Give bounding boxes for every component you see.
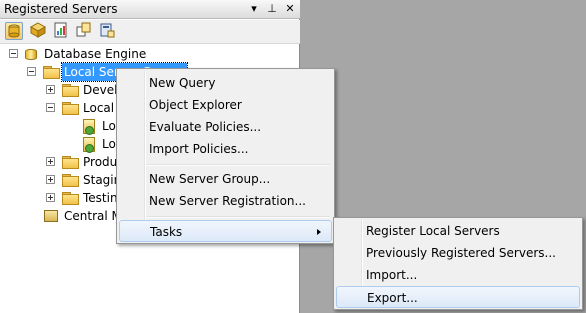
menu-item-object-explorer[interactable]: Object Explorer	[119, 94, 332, 116]
tree-label: Database Engine	[44, 47, 147, 61]
close-icon[interactable]: ✕	[284, 1, 296, 17]
central-management-icon	[44, 210, 58, 222]
collapse-icon[interactable]	[46, 103, 55, 112]
database-engine-icon[interactable]	[5, 22, 23, 40]
menu-separator	[147, 164, 330, 166]
tree-node-database-engine[interactable]: Database Engine	[0, 45, 290, 63]
expand-icon[interactable]	[46, 157, 55, 166]
folder-icon	[62, 102, 79, 115]
expand-icon[interactable]	[46, 85, 55, 94]
panel-title: Registered Servers	[4, 2, 118, 16]
compact-edition-icon[interactable]	[99, 22, 117, 40]
folder-icon	[62, 192, 79, 205]
menu-item-tasks[interactable]: Tasks	[119, 220, 332, 242]
integration-services-icon[interactable]	[76, 22, 94, 40]
menu-item-import[interactable]: Import...	[336, 264, 580, 286]
expand-icon[interactable]	[46, 175, 55, 184]
folder-icon	[62, 156, 79, 169]
pin-icon[interactable]: ⊥	[266, 1, 278, 17]
menu-item-new-server-group[interactable]: New Server Group...	[119, 168, 332, 190]
tasks-submenu: Register Local Servers Previously Regist…	[333, 217, 583, 310]
menu-item-label: New Server Group...	[149, 172, 271, 186]
menu-item-label: New Query	[149, 76, 216, 90]
menu-item-label: Evaluate Policies...	[149, 120, 262, 134]
server-type-toolbar	[0, 20, 300, 44]
context-menu: New Query Object Explorer Evaluate Polic…	[116, 68, 335, 244]
database-icon	[25, 47, 37, 61]
menu-item-label: Object Explorer	[149, 98, 242, 112]
server-running-icon	[83, 119, 95, 135]
collapse-icon[interactable]	[27, 67, 36, 76]
menu-item-new-server-registration[interactable]: New Server Registration...	[119, 190, 332, 212]
folder-icon	[62, 84, 79, 97]
menu-item-export[interactable]: Export...	[336, 286, 580, 308]
reporting-services-icon[interactable]	[53, 22, 71, 40]
menu-item-label: New Server Registration...	[149, 194, 306, 208]
ssms-window: Registered Servers ▾ ⊥ ✕ Database Engine…	[0, 0, 586, 313]
menu-item-import-policies[interactable]: Import Policies...	[119, 138, 332, 160]
folder-icon	[62, 174, 79, 187]
menu-item-evaluate-policies[interactable]: Evaluate Policies...	[119, 116, 332, 138]
folder-icon	[43, 66, 60, 79]
expand-icon[interactable]	[46, 193, 55, 202]
menu-item-new-query[interactable]: New Query	[119, 72, 332, 94]
panel-titlebar: Registered Servers ▾ ⊥ ✕	[0, 0, 300, 19]
menu-item-label: Register Local Servers	[366, 224, 500, 238]
collapse-icon[interactable]	[9, 49, 18, 58]
titlebar-buttons: ▾ ⊥ ✕	[248, 1, 296, 17]
menu-item-register-local-servers[interactable]: Register Local Servers	[336, 220, 580, 242]
submenu-arrow-icon	[317, 229, 321, 235]
menu-item-previously-registered-servers[interactable]: Previously Registered Servers...	[336, 242, 580, 264]
menu-item-label: Tasks	[150, 225, 183, 239]
menu-item-label: Import Policies...	[149, 142, 249, 156]
server-running-icon	[83, 137, 95, 153]
pin-down-icon[interactable]: ▾	[248, 1, 260, 17]
menu-separator	[147, 216, 330, 218]
analysis-services-icon[interactable]	[29, 22, 48, 40]
menu-item-label: Previously Registered Servers...	[366, 246, 556, 260]
menu-item-label: Import...	[366, 268, 418, 282]
menu-item-label: Export...	[367, 291, 418, 305]
tree-label: Local	[83, 101, 115, 115]
